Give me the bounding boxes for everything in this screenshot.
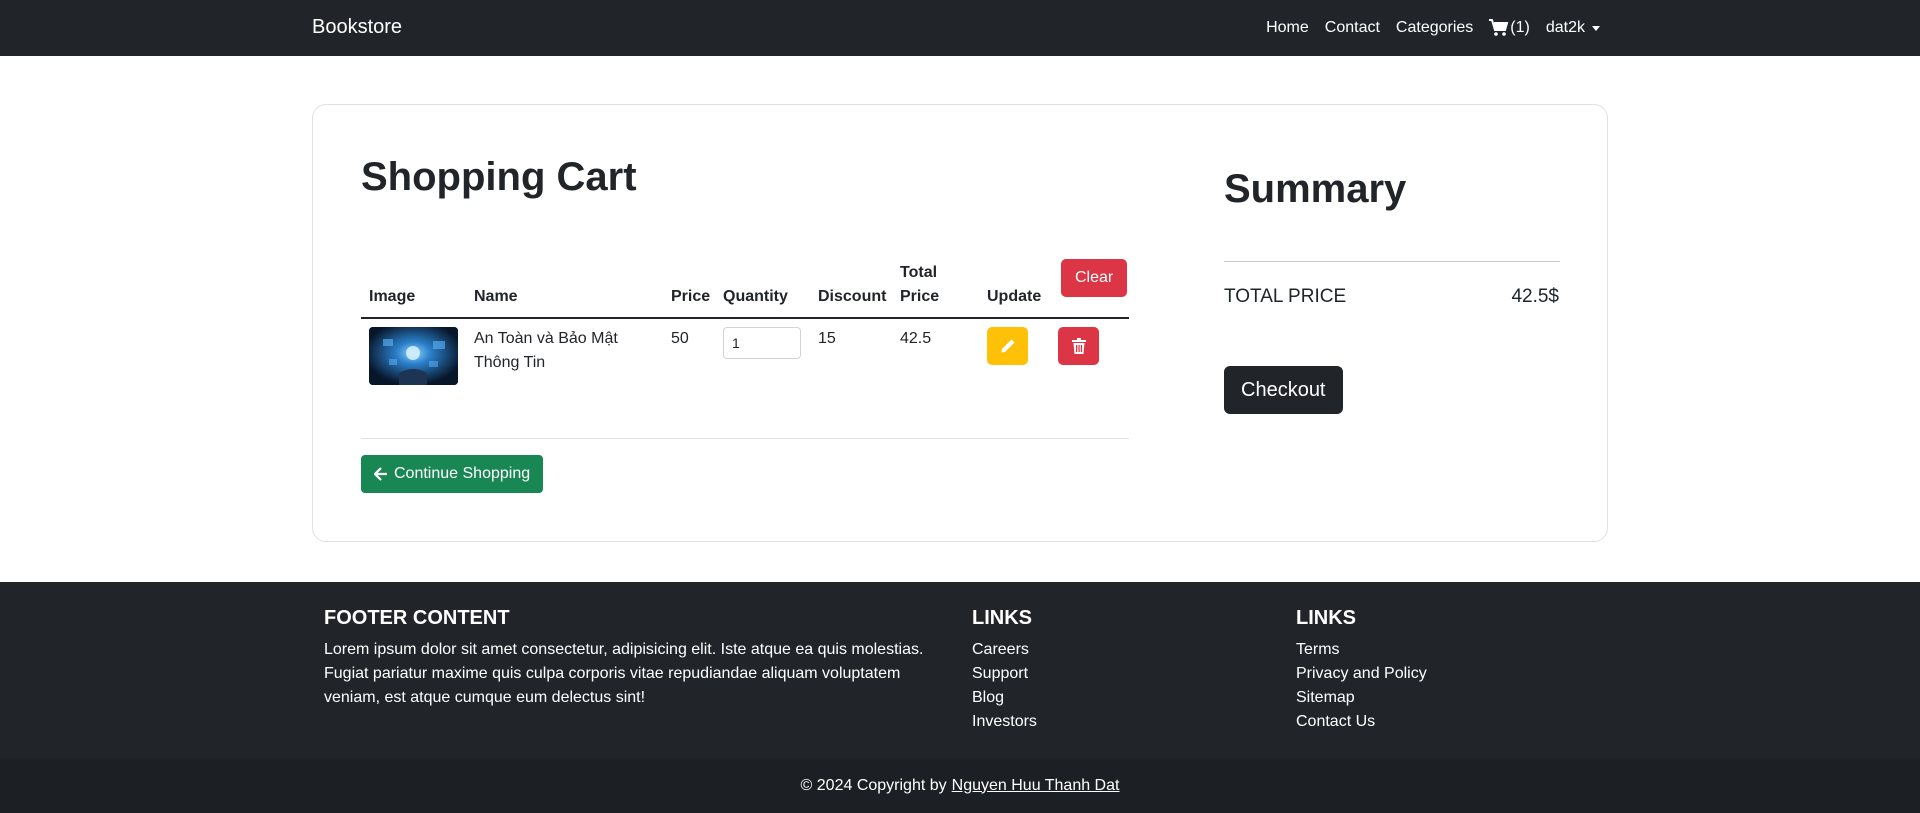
nav-home[interactable]: Home — [1266, 19, 1309, 37]
table-row: An Toàn và Bảo Mật Thông Tin 50 15 42.5 — [361, 319, 1129, 419]
summary-divider — [1224, 261, 1560, 262]
header-total-line1: Total — [900, 264, 938, 281]
trash-icon — [1071, 338, 1086, 354]
item-name: An Toàn và Bảo Mật Thông Tin — [474, 327, 618, 375]
footer-link-blog[interactable]: Blog — [972, 689, 1004, 706]
cart-table: Image Name Price Quantity Discount Total… — [361, 255, 1129, 419]
footer-link-investors[interactable]: Investors — [972, 713, 1037, 730]
footer-link-sitemap[interactable]: Sitemap — [1296, 689, 1355, 706]
footer-links-1: LINKS Careers Support Blog Investors — [972, 606, 1037, 734]
footer-content-text: Lorem ipsum dolor sit amet consectetur, … — [324, 641, 924, 706]
header-price: Price — [671, 288, 711, 305]
caret-down-icon — [1592, 25, 1600, 31]
header-image: Image — [369, 288, 416, 305]
total-price-label: TOTAL PRICE — [1224, 286, 1347, 307]
footer-links-2: LINKS Terms Privacy and Policy Sitemap C… — [1296, 606, 1427, 734]
header-update: Update — [987, 288, 1042, 305]
brand-link[interactable]: Bookstore — [312, 16, 402, 39]
checkout-button[interactable]: Checkout — [1224, 366, 1343, 414]
footer-link-privacy[interactable]: Privacy and Policy — [1296, 665, 1427, 682]
header-total-line2: Price — [900, 288, 940, 305]
user-dropdown[interactable]: dat2k — [1546, 19, 1600, 37]
table-header: Image Name Price Quantity Discount Total… — [361, 255, 1129, 319]
total-price-value: 42.5$ — [1511, 286, 1559, 307]
continue-shopping-label: Continue Shopping — [394, 465, 531, 482]
update-button[interactable] — [987, 327, 1028, 365]
cart-icon — [1489, 19, 1509, 36]
arrow-left-icon — [374, 467, 387, 481]
item-total: 42.5 — [900, 330, 932, 347]
divider — [361, 438, 1129, 439]
footer-content: FOOTER CONTENT Lorem ipsum dolor sit ame… — [324, 606, 934, 710]
footer-content-title: FOOTER CONTENT — [324, 607, 510, 629]
header-total: Total Price — [900, 261, 939, 309]
page-title: Shopping Cart — [361, 155, 637, 199]
cart-count: (1) — [1510, 19, 1530, 36]
header-discount: Discount — [818, 288, 887, 305]
item-price: 50 — [671, 330, 689, 347]
header-quantity: Quantity — [723, 288, 788, 305]
navbar: Bookstore Home Contact Categories (1) da… — [0, 0, 1920, 56]
item-name-line2: Thông Tin — [474, 354, 546, 371]
footer: FOOTER CONTENT Lorem ipsum dolor sit ame… — [0, 582, 1920, 758]
footer-link-careers[interactable]: Careers — [972, 641, 1029, 658]
clear-cart-button[interactable]: Clear — [1061, 259, 1128, 297]
pencil-icon — [1001, 339, 1014, 353]
copyright-bar: © 2024 Copyright by Nguyen Huu Thanh Dat — [0, 758, 1920, 813]
footer-link-contact-us[interactable]: Contact Us — [1296, 713, 1375, 730]
footer-link-terms[interactable]: Terms — [1296, 641, 1340, 658]
user-name: dat2k — [1545, 19, 1585, 36]
footer-links-2-title: LINKS — [1296, 607, 1356, 629]
quantity-input[interactable] — [723, 327, 801, 359]
summary-title: Summary — [1224, 167, 1407, 211]
nav-categories[interactable]: Categories — [1396, 19, 1473, 37]
continue-shopping-button[interactable]: Continue Shopping — [361, 455, 544, 493]
copyright-text: © 2024 Copyright by — [800, 776, 947, 794]
cart-card: Shopping Cart Image Name Price Quantity … — [312, 104, 1608, 542]
copyright-author-link[interactable]: Nguyen Huu Thanh Dat — [952, 777, 1120, 795]
nav-contact[interactable]: Contact — [1325, 19, 1380, 37]
item-discount: 15 — [818, 330, 836, 347]
delete-item-button[interactable] — [1058, 327, 1099, 365]
header-name: Name — [474, 288, 518, 305]
footer-link-support[interactable]: Support — [972, 665, 1028, 682]
book-cover-image[interactable] — [369, 327, 458, 385]
nav-cart[interactable]: (1) — [1489, 19, 1530, 37]
footer-links-1-title: LINKS — [972, 607, 1032, 629]
item-name-line1: An Toàn và Bảo Mật — [474, 330, 618, 347]
nav-links: Home Contact Categories (1) dat2k — [1266, 0, 1600, 56]
